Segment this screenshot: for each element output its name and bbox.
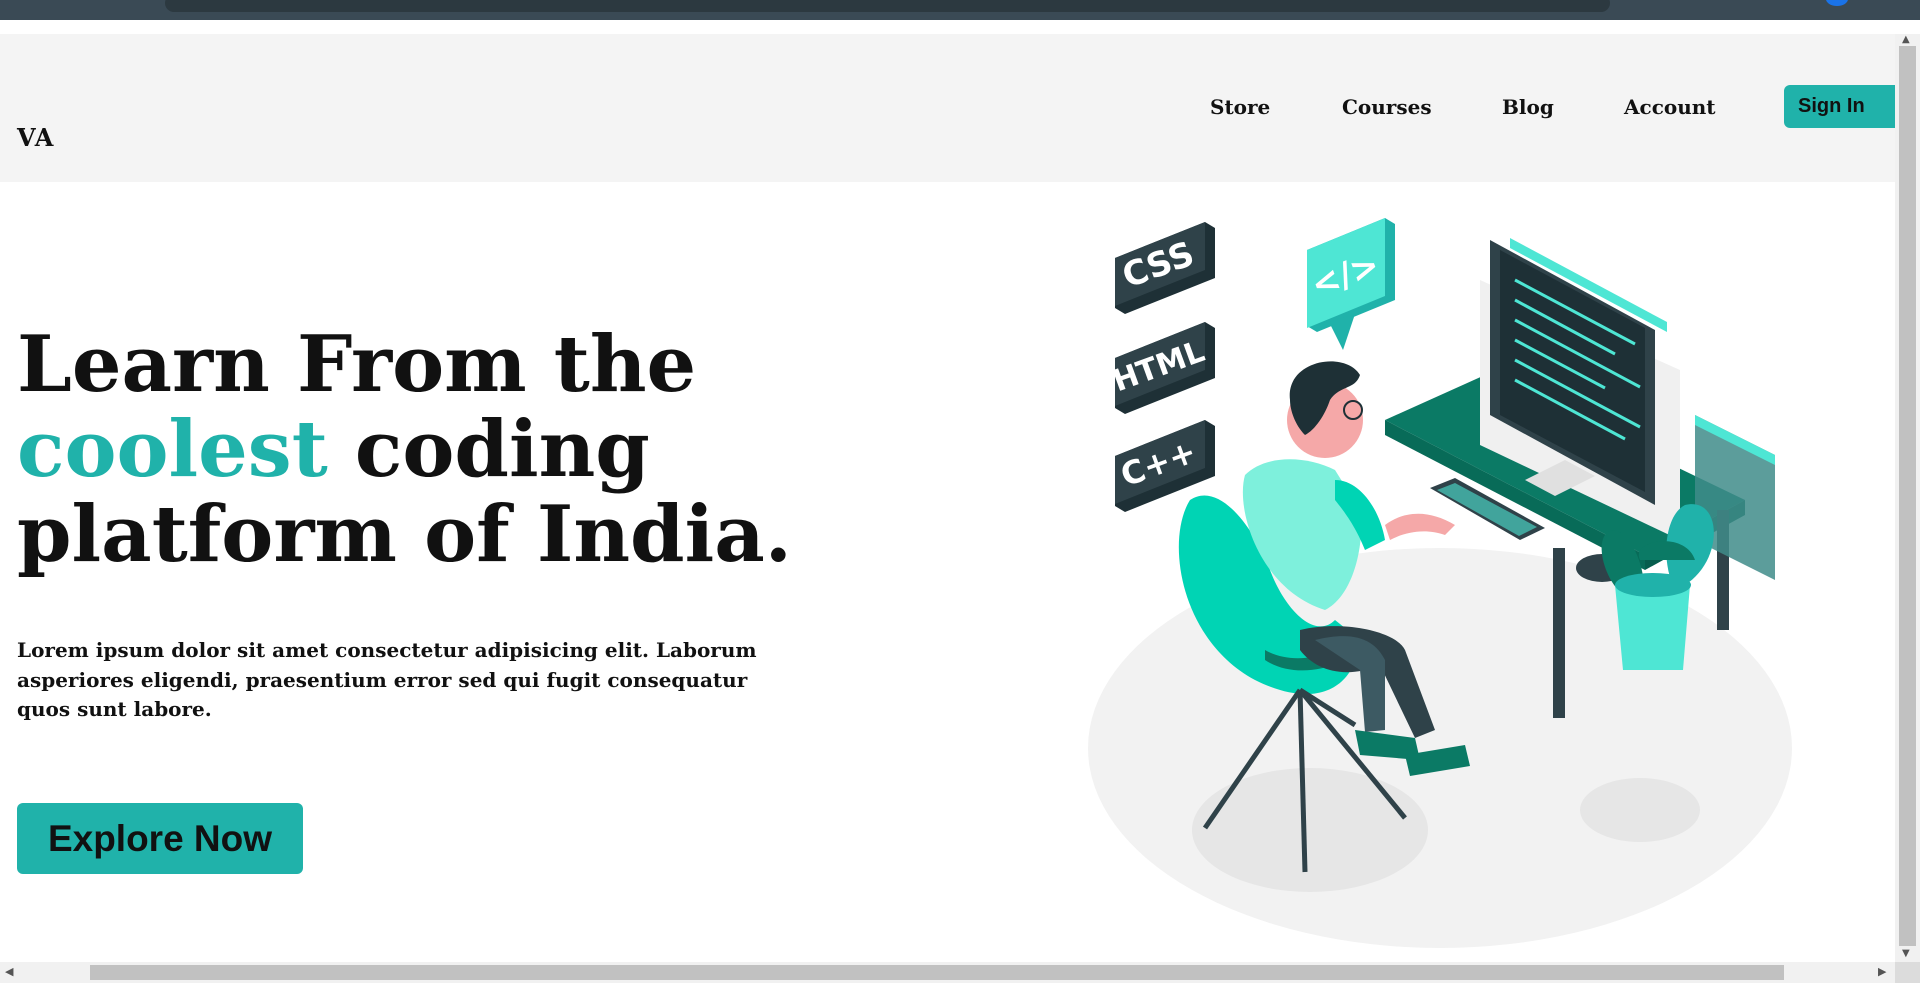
- code-bubble-icon: </>: [1306, 218, 1395, 350]
- nav-link-account[interactable]: Account: [1624, 95, 1716, 119]
- hero-title-accent: coolest: [17, 404, 328, 495]
- vertical-scrollbar[interactable]: ▲ ▼: [1895, 34, 1920, 962]
- chair-shadow: [1192, 768, 1428, 892]
- nav-link-courses[interactable]: Courses: [1342, 95, 1432, 119]
- sign-in-button[interactable]: Sign In: [1784, 85, 1896, 128]
- scroll-down-icon[interactable]: ▼: [1902, 948, 1910, 959]
- scroll-right-icon[interactable]: ▶: [1878, 965, 1886, 978]
- plant-shadow: [1580, 778, 1700, 842]
- hero-title-part1: Learn From the: [17, 319, 697, 410]
- address-bar[interactable]: [165, 0, 1610, 12]
- scroll-left-icon[interactable]: ◀: [5, 965, 13, 978]
- scroll-up-icon[interactable]: ▲: [1902, 34, 1910, 45]
- scrollbar-corner: [1895, 962, 1920, 983]
- nav-link-blog[interactable]: Blog: [1502, 95, 1554, 119]
- html-badge: HTML: [1108, 322, 1215, 414]
- site-logo[interactable]: VA: [17, 123, 54, 152]
- navbar: VA: [0, 34, 1895, 182]
- hero-title: Learn From the coolest coding platform o…: [17, 322, 1007, 577]
- horizontal-scrollbar[interactable]: ◀ ▶: [0, 962, 1895, 983]
- profile-avatar[interactable]: [1826, 0, 1848, 6]
- horizontal-scroll-thumb[interactable]: [90, 965, 1784, 980]
- explore-now-button[interactable]: Explore Now: [17, 803, 303, 874]
- vertical-scroll-thumb[interactable]: [1899, 46, 1916, 946]
- nav-link-store[interactable]: Store: [1210, 95, 1270, 119]
- hero-description: Lorem ipsum dolor sit amet consectetur a…: [17, 638, 757, 721]
- browser-toolbar: [0, 0, 1920, 20]
- coder-illustration: CSS HTML C++ </>: [1088, 218, 1792, 948]
- css-badge: CSS: [1115, 222, 1215, 314]
